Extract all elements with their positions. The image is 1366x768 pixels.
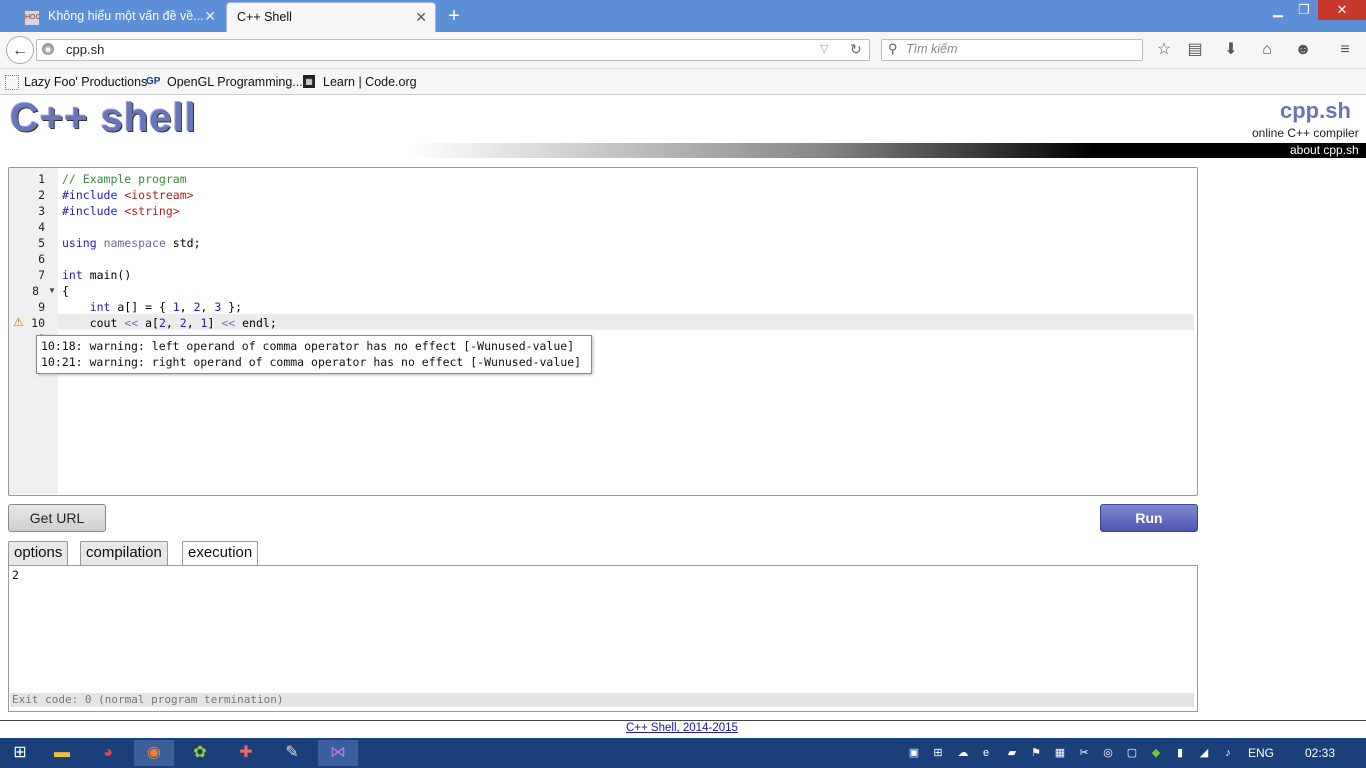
volume-icon[interactable]: ♪ — [1220, 745, 1236, 761]
clock[interactable]: 02:33 — [1305, 746, 1335, 760]
code-line[interactable]: int a[] = { 1, 2, 3 }; — [62, 300, 242, 314]
footer-link[interactable]: C++ Shell, 2014-2015 — [626, 722, 738, 734]
bookmark-opengl[interactable]: OpenGL Programming... — [167, 75, 303, 89]
tab-options[interactable]: options — [8, 541, 69, 565]
line-number: 4 — [38, 220, 45, 234]
file-explorer-icon[interactable]: ▬ — [42, 740, 82, 766]
footer-divider — [0, 720, 1366, 721]
tab-execution[interactable]: execution — [182, 541, 259, 566]
search-icon: ⚲ — [888, 41, 898, 56]
new-tab-icon[interactable]: + — [444, 4, 464, 28]
browser-tab-inactive[interactable]: HOC Không hiểu một vấn đề về... ✕ — [14, 2, 224, 32]
fold-arrow-icon[interactable]: ▼ — [48, 286, 56, 295]
globe-icon: ◉ — [42, 43, 54, 55]
tray-icon[interactable]: ▰ — [1004, 745, 1020, 761]
bookmark-lazyfoo[interactable]: Lazy Foo' Productions — [24, 75, 147, 89]
code-line[interactable]: #include <iostream> — [62, 188, 194, 202]
line-number: 2 — [38, 188, 45, 202]
brand-name: cpp.sh — [1280, 98, 1351, 123]
url-bar[interactable] — [36, 39, 870, 61]
visual-studio-icon[interactable]: ⋈ — [318, 740, 358, 766]
line-number: 8 — [32, 284, 39, 298]
tray-icon[interactable]: ▣ — [906, 745, 922, 761]
window-close-icon[interactable]: ✕ — [1318, 0, 1366, 20]
download-icon[interactable]: ⬇ — [1220, 40, 1242, 60]
minimize-icon[interactable]: ▁ — [1266, 0, 1290, 20]
site-logo[interactable]: C++ shell — [10, 96, 197, 141]
tagline: online C++ compiler — [1252, 126, 1359, 140]
battery-icon[interactable]: ▮ — [1172, 745, 1188, 761]
app-icon[interactable]: ✚ — [226, 740, 266, 766]
browser-tab-title: Không hiểu một vấn đề về... — [48, 9, 204, 23]
tray-icon[interactable]: ▦ — [1052, 745, 1068, 761]
code-line[interactable]: int main() — [62, 268, 131, 282]
code-editor[interactable] — [8, 167, 1198, 496]
run-button[interactable]: Run — [1100, 504, 1198, 532]
nvidia-icon[interactable]: ◆ — [1148, 745, 1164, 761]
search-placeholder: Tìm kiếm — [906, 42, 958, 56]
menu-icon[interactable]: ≡ — [1334, 40, 1356, 60]
windows-start-icon[interactable]: ⊞ — [0, 740, 40, 766]
code-line[interactable]: using namespace std; — [62, 236, 201, 250]
browser-tab-title: C++ Shell — [237, 10, 292, 24]
warning-message: 10:18: warning: left operand of comma op… — [41, 339, 575, 353]
code-org-icon: ▦ — [303, 75, 315, 88]
browser-tab-active[interactable]: C++ Shell ✕ — [226, 2, 436, 32]
firefox-icon[interactable]: ◉ — [134, 740, 174, 766]
line-number: 9 — [38, 300, 45, 314]
warning-icon[interactable]: ⚠ — [13, 315, 24, 329]
opengl-icon: GP — [146, 76, 161, 87]
line-number: 1 — [38, 172, 45, 186]
code-line[interactable]: #include <string> — [62, 204, 180, 218]
line-number: 5 — [38, 236, 45, 250]
cloud-icon[interactable]: ☁ — [955, 745, 971, 761]
close-tab-icon[interactable]: ✕ — [204, 2, 216, 30]
code-line[interactable]: // Example program — [62, 172, 187, 186]
restore-icon[interactable]: ❐ — [1292, 0, 1316, 20]
url-dropdown-icon[interactable]: ▽ — [820, 42, 828, 55]
about-link[interactable]: about cpp.sh — [1290, 143, 1359, 158]
tray-icon[interactable]: e — [978, 745, 994, 761]
network-icon[interactable]: ◢ — [1196, 745, 1212, 761]
tab-compilation[interactable]: compilation — [80, 541, 168, 565]
code-line[interactable]: cout << a[2, 2, 1] << endl; — [62, 316, 277, 330]
back-arrow-icon[interactable]: ← — [6, 36, 34, 64]
home-icon[interactable]: ⌂ — [1256, 40, 1278, 60]
line-number: 7 — [38, 268, 45, 282]
tray-icon[interactable]: ✂ — [1076, 745, 1092, 761]
chat-icon[interactable]: ☻ — [1292, 40, 1314, 60]
url-text[interactable]: cpp.sh — [66, 42, 104, 57]
page-icon — [5, 75, 19, 90]
app-icon[interactable]: ✿ — [180, 740, 220, 766]
output-panel — [8, 565, 1198, 712]
get-url-button[interactable]: Get URL — [8, 504, 106, 532]
reload-icon[interactable]: ↻ — [850, 41, 862, 58]
code-line[interactable]: { — [62, 284, 69, 298]
bookmark-code-org[interactable]: Learn | Code.org — [323, 75, 417, 89]
exit-status: Exit code: 0 (normal program termination… — [12, 693, 284, 706]
flag-icon[interactable]: ⚑ — [1028, 745, 1044, 761]
tray-icon[interactable]: ⊞ — [930, 745, 946, 761]
bookmark-star-icon[interactable]: ☆ — [1153, 40, 1175, 60]
tray-icon[interactable]: ◎ — [1100, 745, 1116, 761]
close-tab-icon[interactable]: ✕ — [415, 3, 427, 31]
header-gradient-bar — [0, 143, 1366, 158]
line-number: 3 — [38, 204, 45, 218]
line-number: 6 — [38, 252, 45, 266]
chrome-icon[interactable]: ◕ — [88, 740, 128, 766]
tray-icon[interactable]: ▢ — [1124, 745, 1140, 761]
program-output: 2 — [12, 568, 19, 582]
reading-list-icon[interactable]: ▤ — [1184, 40, 1206, 60]
notepad-icon[interactable]: ✎ — [272, 740, 312, 766]
warning-message: 10:21: warning: right operand of comma o… — [41, 355, 582, 369]
language-indicator[interactable]: ENG — [1248, 746, 1274, 760]
site-favicon-icon: HOC — [24, 10, 41, 26]
